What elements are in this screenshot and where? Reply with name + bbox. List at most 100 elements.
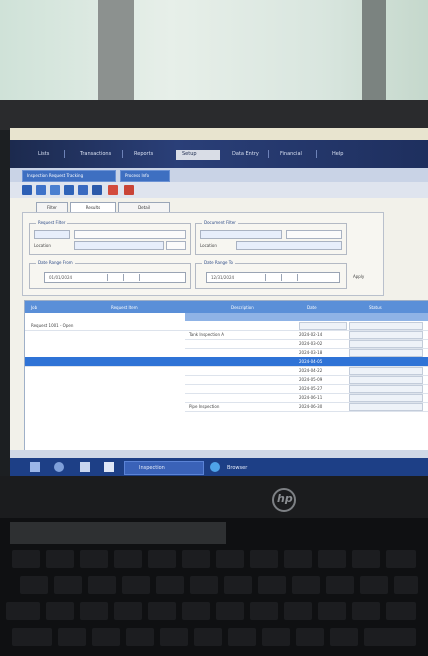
- start-icon[interactable]: [30, 462, 40, 472]
- tab-label: Inspection Request Tracking: [27, 173, 84, 178]
- refresh-icon[interactable]: [78, 185, 88, 195]
- tab-label: Process Info: [125, 173, 150, 178]
- column-header-job[interactable]: Job: [31, 305, 37, 310]
- save-icon[interactable]: [50, 185, 60, 195]
- menu-item-data-entry[interactable]: Data Entry: [232, 151, 259, 157]
- date-segment: [123, 274, 124, 281]
- hp-logo: hp: [272, 488, 296, 512]
- date-from-input[interactable]: 01/01/2024: [44, 272, 186, 283]
- menu-separator: [316, 150, 317, 158]
- key: [250, 550, 278, 568]
- menu-item-lists[interactable]: Lists: [38, 151, 49, 157]
- delete-icon[interactable]: [108, 185, 118, 195]
- key: [54, 576, 82, 594]
- request-filter-group: Request Filter Location: [29, 220, 191, 255]
- laptop-bottom-bezel: [0, 476, 428, 520]
- document-location-select[interactable]: [236, 241, 342, 250]
- status-cell: [349, 376, 423, 384]
- date-from-group: Date Range From 01/01/2024: [29, 260, 191, 289]
- document-number-field[interactable]: [286, 230, 342, 239]
- key: [46, 602, 74, 620]
- key: [114, 550, 142, 568]
- open-icon[interactable]: [36, 185, 46, 195]
- column-header-description[interactable]: Description: [231, 305, 254, 310]
- menu-item-financial[interactable]: Financial: [280, 151, 302, 157]
- date-cell: 2024-05-09: [299, 377, 323, 382]
- key: [148, 602, 176, 620]
- apply-button[interactable]: Apply: [353, 274, 364, 279]
- app-icon[interactable]: [104, 462, 114, 472]
- search-icon[interactable]: [92, 185, 102, 195]
- date-segment: [281, 274, 282, 281]
- status-cell: [349, 340, 423, 348]
- location-select[interactable]: [74, 241, 164, 250]
- date-cell: 2024-05-27: [299, 386, 323, 391]
- request-cell: Request 1001 - Open: [31, 323, 74, 328]
- menu-item-reports[interactable]: Reports: [134, 151, 153, 157]
- key: [284, 550, 312, 568]
- search-icon[interactable]: [54, 462, 64, 472]
- key: [262, 628, 290, 646]
- table-row[interactable]: Pipe Inspection 2024-06-30: [185, 402, 428, 412]
- taskbar-app-inspection[interactable]: Inspection: [124, 461, 204, 475]
- results-grid: Job Request Item Description Date Status…: [24, 300, 428, 452]
- document-type-field[interactable]: [200, 230, 282, 239]
- grid-header: Job Request Item Description Date Status: [25, 301, 428, 313]
- tab-process-info[interactable]: Process Info: [120, 170, 170, 182]
- menu-item-setup[interactable]: Setup: [182, 151, 197, 157]
- key: [296, 628, 324, 646]
- column-header-request-item[interactable]: Request Item: [111, 305, 138, 310]
- key: [318, 602, 346, 620]
- field-label: Location: [34, 243, 51, 248]
- key: [160, 628, 188, 646]
- key: [284, 602, 312, 620]
- column-header-date[interactable]: Date: [307, 305, 317, 310]
- key: [326, 576, 354, 594]
- date-cell: 2024-06-30: [299, 404, 323, 409]
- status-cell: [349, 322, 423, 330]
- key: [394, 576, 418, 594]
- menu-separator: [268, 150, 269, 158]
- key: [46, 550, 74, 568]
- date-cell: 2024-04-05: [299, 359, 323, 364]
- status-cell: [349, 331, 423, 339]
- date-segment: [297, 274, 298, 281]
- group-title: Request Filter: [36, 220, 68, 225]
- key: [352, 550, 380, 568]
- file-explorer-icon[interactable]: [80, 462, 90, 472]
- date-to-input[interactable]: 12/31/2024: [206, 272, 340, 283]
- taskbar-app-browser[interactable]: Browser: [224, 461, 274, 475]
- column-header-status[interactable]: Status: [369, 305, 382, 310]
- menu-item-transactions[interactable]: Transactions: [80, 151, 111, 157]
- group-title: Date Range To: [202, 260, 235, 265]
- laptop-screen: Lists Transactions Reports Setup Data En…: [10, 128, 428, 476]
- key: [360, 576, 388, 594]
- key: [114, 602, 142, 620]
- item-cell: Tank Inspection A: [189, 332, 225, 337]
- key: [250, 602, 278, 620]
- key: [6, 602, 40, 620]
- key: [330, 628, 358, 646]
- bezel-glare: [10, 522, 226, 544]
- menu-separator: [122, 150, 123, 158]
- key: [88, 576, 116, 594]
- menu-item-help[interactable]: Help: [332, 151, 343, 157]
- filter-checkbox-field[interactable]: [34, 230, 70, 239]
- key: [190, 576, 218, 594]
- close-icon[interactable]: [124, 185, 134, 195]
- key: [386, 550, 416, 568]
- date-cell: 2024-02-14: [299, 332, 323, 337]
- print-icon[interactable]: [64, 185, 74, 195]
- window-frame-right: [362, 0, 386, 110]
- menu-separator: [64, 150, 65, 158]
- browser-icon[interactable]: [210, 462, 220, 472]
- grid-subheader: [185, 313, 428, 321]
- key: [12, 628, 52, 646]
- location-dropdown[interactable]: [166, 241, 186, 250]
- new-icon[interactable]: [22, 185, 32, 195]
- filter-type-field[interactable]: [74, 230, 186, 239]
- document-filter-group: Document Filter Location: [195, 220, 347, 255]
- key: [224, 576, 252, 594]
- menu-bar: Lists Transactions Reports Setup Data En…: [10, 140, 428, 168]
- tab-inspection-tracking[interactable]: Inspection Request Tracking: [22, 170, 116, 182]
